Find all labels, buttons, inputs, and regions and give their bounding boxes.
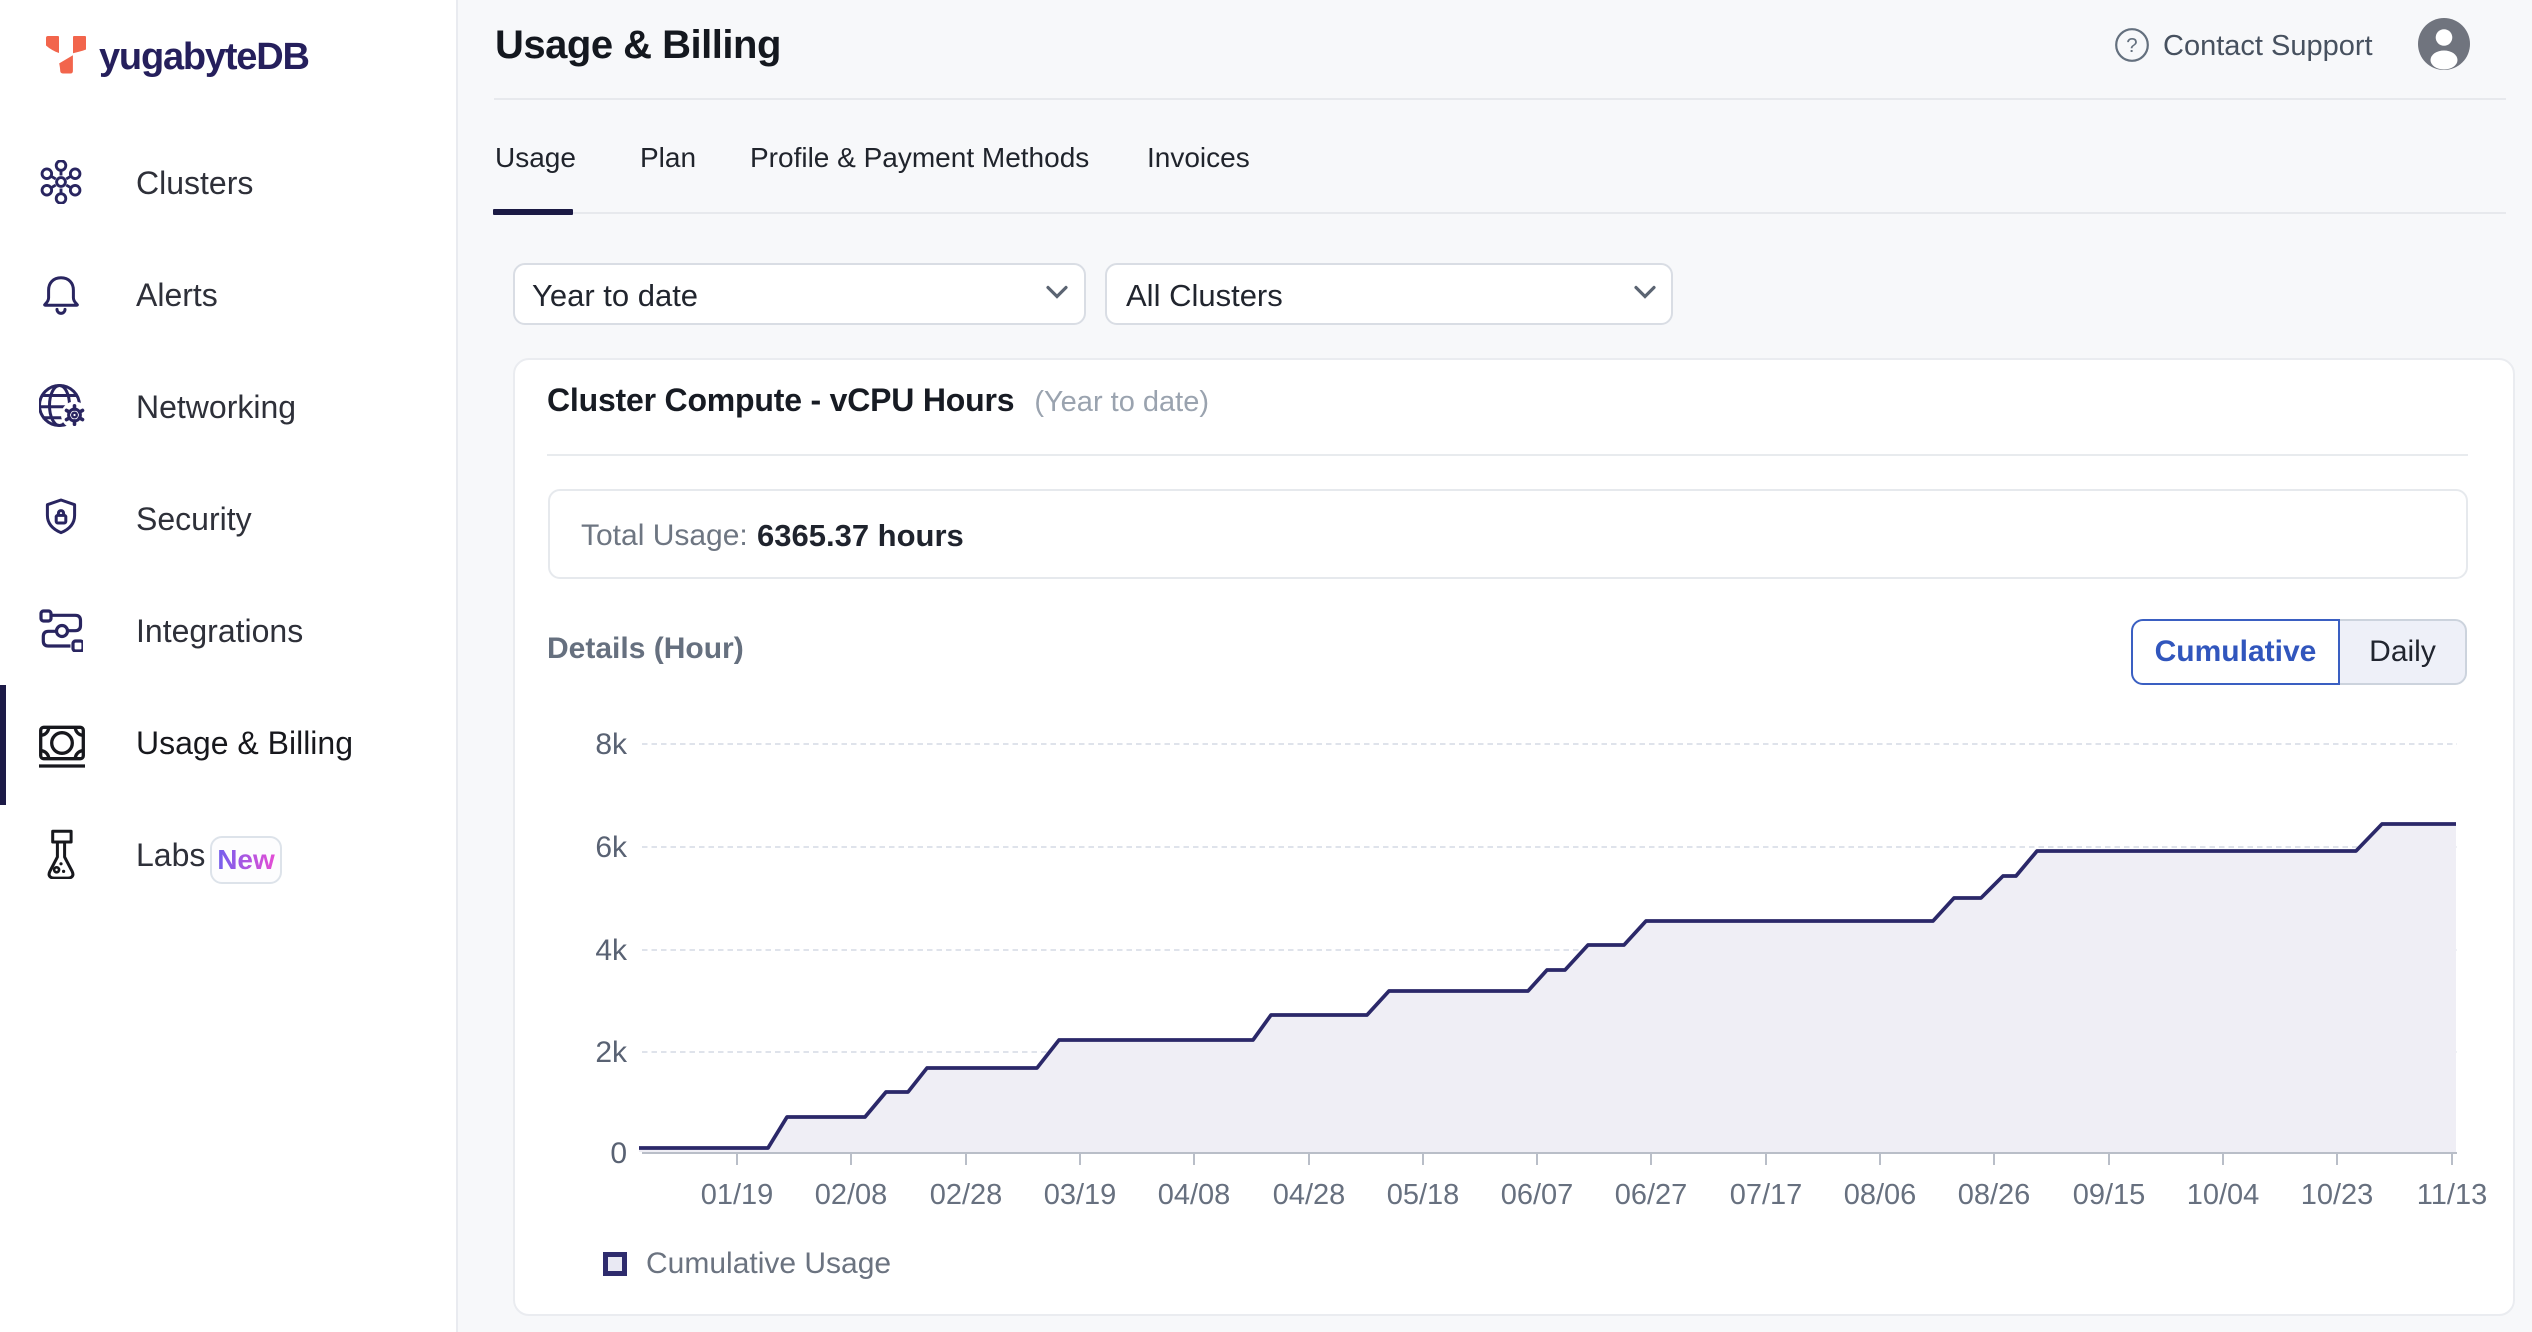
svg-text:?: ? <box>2126 34 2137 57</box>
svg-text:08/06: 08/06 <box>1844 1179 1917 1211</box>
svg-text:02/08: 02/08 <box>815 1179 888 1211</box>
svg-text:06/27: 06/27 <box>1615 1179 1688 1211</box>
svg-text:10/04: 10/04 <box>2187 1179 2260 1211</box>
svg-text:03/19: 03/19 <box>1044 1179 1117 1211</box>
svg-text:0: 0 <box>610 1137 627 1170</box>
svg-text:07/17: 07/17 <box>1730 1179 1803 1211</box>
svg-text:01/19: 01/19 <box>701 1179 774 1211</box>
svg-text:04/28: 04/28 <box>1273 1179 1346 1211</box>
svg-text:11/13: 11/13 <box>2417 1179 2487 1211</box>
svg-text:05/18: 05/18 <box>1387 1179 1460 1211</box>
svg-text:06/07: 06/07 <box>1501 1179 1574 1211</box>
svg-text:6k: 6k <box>595 831 628 864</box>
svg-text:02/28: 02/28 <box>930 1179 1003 1211</box>
svg-text:4k: 4k <box>595 934 628 967</box>
svg-text:09/15: 09/15 <box>2073 1179 2146 1211</box>
svg-text:10/23: 10/23 <box>2301 1179 2374 1211</box>
svg-text:2k: 2k <box>595 1036 628 1069</box>
svg-text:8k: 8k <box>595 728 628 761</box>
svg-text:04/08: 04/08 <box>1158 1179 1231 1211</box>
svg-text:08/26: 08/26 <box>1958 1179 2031 1211</box>
